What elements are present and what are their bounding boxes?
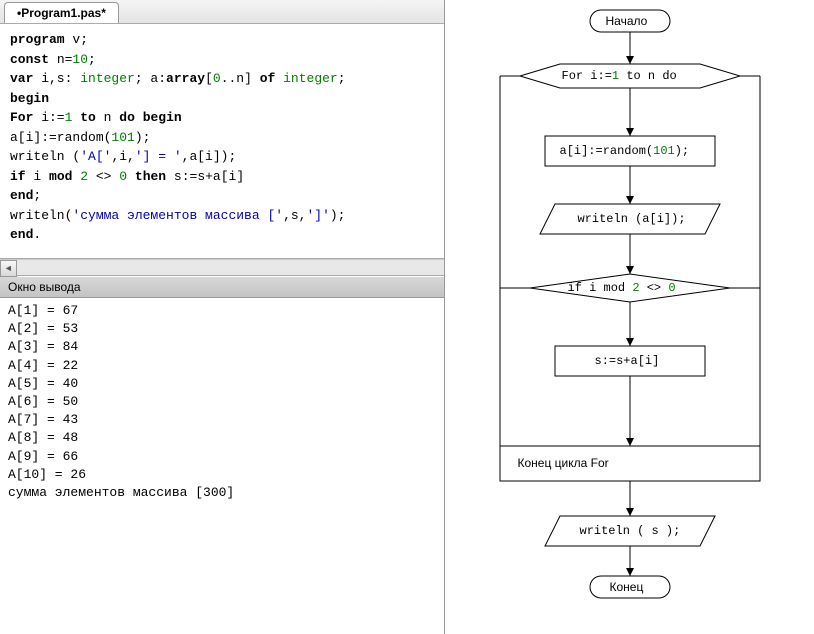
t: <> [88, 169, 119, 184]
t: writeln( [10, 208, 72, 223]
output-header: Окно вывода [0, 276, 444, 298]
t: to n do [619, 69, 677, 83]
kw-begin: begin [10, 91, 49, 106]
flow-writeln-arr: writeln (a[i]); [578, 212, 686, 226]
t [135, 110, 143, 125]
t: n= [49, 52, 72, 67]
t: ; [338, 71, 346, 86]
out-line: A[4] = 22 [8, 358, 78, 373]
t: ; [88, 52, 96, 67]
num: 2 [80, 169, 88, 184]
out-line: сумма элементов массива [300] [8, 485, 234, 500]
t: ); [135, 130, 151, 145]
num: 1 [612, 69, 619, 83]
horizontal-scrollbar[interactable]: ◄ [0, 259, 444, 276]
out-line: A[1] = 67 [8, 303, 78, 318]
t: v; [65, 32, 88, 47]
type: integer [80, 71, 135, 86]
kw-end: end [10, 188, 33, 203]
t: if i mod [568, 281, 633, 295]
num: 101 [111, 130, 134, 145]
t: ,a[i]); [182, 149, 237, 164]
str: 'A[' [80, 149, 111, 164]
out-line: A[8] = 48 [8, 430, 78, 445]
kw-to: to [80, 110, 96, 125]
code-editor[interactable]: program v; const n=10; var i,s: integer;… [0, 24, 444, 259]
num: 0 [668, 281, 675, 295]
t: ; [33, 188, 41, 203]
t: ; a: [135, 71, 166, 86]
t: i:= [33, 110, 64, 125]
flow-writeln-s: writeln ( s ); [580, 524, 681, 538]
str: 'сумма элементов массива [' [72, 208, 283, 223]
num: 10 [72, 52, 88, 67]
t [275, 71, 283, 86]
kw-do: do [119, 110, 135, 125]
t: n [96, 110, 119, 125]
flow-start: Начало [606, 14, 648, 28]
flow-for: For i:=1 to n do [562, 69, 677, 83]
flow-random: a[i]:=random(101); [560, 144, 690, 158]
output-area[interactable]: A[1] = 67 A[2] = 53 A[3] = 84 A[4] = 22 … [0, 298, 444, 634]
kw-for: For [10, 110, 33, 125]
flow-endfor: Конец цикла For [518, 456, 609, 470]
kw-if: if [10, 169, 26, 184]
out-line: A[10] = 26 [8, 467, 86, 482]
t: . [33, 227, 41, 242]
left-panel: •Program1.pas* program v; const n=10; va… [0, 0, 445, 634]
t: a[i]:=random( [560, 144, 654, 158]
t: For i:= [562, 69, 612, 83]
kw-const: const [10, 52, 49, 67]
num: 0 [213, 71, 221, 86]
t: a[i]:=random( [10, 130, 111, 145]
kw-of: of [260, 71, 276, 86]
out-line: A[7] = 43 [8, 412, 78, 427]
num: 0 [119, 169, 127, 184]
out-line: A[3] = 84 [8, 339, 78, 354]
tab-bar: •Program1.pas* [0, 0, 444, 24]
kw-end: end [10, 227, 33, 242]
kw-begin: begin [143, 110, 182, 125]
str: '] = ' [135, 149, 182, 164]
num: 2 [632, 281, 639, 295]
t: <> [640, 281, 669, 295]
t: s:=s+a[i] [166, 169, 244, 184]
scroll-left-icon[interactable]: ◄ [0, 260, 17, 277]
t: ); [675, 144, 689, 158]
flow-if: if i mod 2 <> 0 [568, 281, 676, 295]
num: 101 [653, 144, 675, 158]
t: ..n] [221, 71, 260, 86]
flow-assign: s:=s+a[i] [595, 354, 660, 368]
t: [ [205, 71, 213, 86]
out-line: A[6] = 50 [8, 394, 78, 409]
out-line: A[2] = 53 [8, 321, 78, 336]
flowchart: Начало For i:=1 to n do a[i]:=random(101… [460, 6, 800, 626]
flow-end: Конец [610, 580, 644, 594]
type: integer [283, 71, 338, 86]
kw-array: array [166, 71, 205, 86]
t [127, 169, 135, 184]
str: ']' [306, 208, 329, 223]
out-line: A[5] = 40 [8, 376, 78, 391]
kw-var: var [10, 71, 33, 86]
t: i [26, 169, 49, 184]
t: writeln ( [10, 149, 80, 164]
file-tab[interactable]: •Program1.pas* [4, 2, 119, 23]
t: ,s, [283, 208, 306, 223]
kw-program: program [10, 32, 65, 47]
flowchart-panel: Начало For i:=1 to n do a[i]:=random(101… [445, 0, 814, 634]
t: i,s: [33, 71, 80, 86]
kw-mod: mod [49, 169, 72, 184]
kw-then: then [135, 169, 166, 184]
out-line: A[9] = 66 [8, 449, 78, 464]
t: ,i, [111, 149, 134, 164]
t: ); [330, 208, 346, 223]
